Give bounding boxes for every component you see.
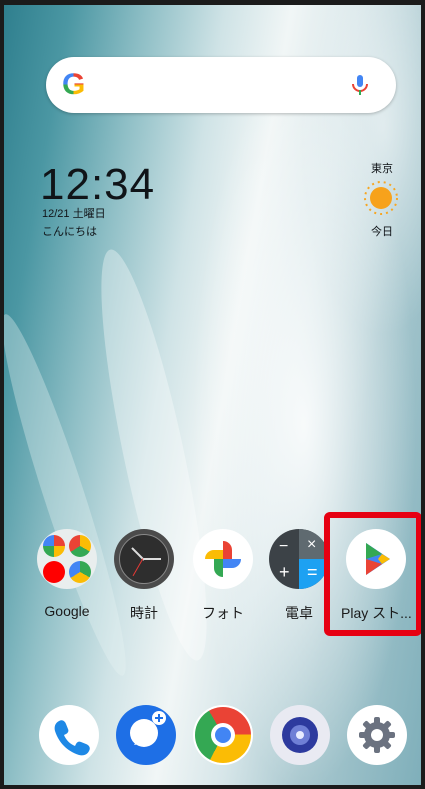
google-logo-icon: G — [62, 68, 86, 101]
dock-phone[interactable] — [39, 705, 99, 765]
highlight-box — [324, 512, 421, 636]
clock-icon — [114, 529, 174, 589]
dock-settings[interactable] — [347, 705, 407, 765]
app-label: フォト — [202, 605, 244, 621]
app-google-folder[interactable]: Google — [32, 529, 102, 619]
google-folder-icon — [37, 529, 97, 589]
phone-icon — [54, 720, 90, 756]
clock-time[interactable]: 12:34 — [40, 160, 155, 210]
app-label: Google — [44, 603, 90, 619]
google-photos-icon — [193, 529, 253, 589]
dock-plus-message[interactable] — [116, 705, 176, 765]
app-photos[interactable]: フォト — [188, 529, 258, 623]
dock-camera[interactable] — [270, 705, 330, 765]
calculator-icon: − × + = — [269, 529, 329, 589]
greeting-text: こんにちは — [42, 226, 97, 238]
sunny-icon[interactable] — [362, 179, 400, 217]
app-clock[interactable]: 時計 — [109, 529, 179, 623]
plus-message-icon — [130, 711, 166, 747]
weather-city: 東京 — [371, 163, 393, 175]
clock-date: 12/21 土曜日 — [42, 208, 106, 220]
settings-icon — [359, 717, 395, 753]
weather-day: 今日 — [371, 226, 393, 238]
google-search-bar[interactable]: G — [46, 57, 396, 113]
microphone-icon[interactable] — [348, 73, 372, 97]
home-screen: G 12:34 12/21 土曜日 こんにちは 東京 今日 Google 時計 … — [0, 0, 425, 789]
dock-chrome[interactable] — [193, 705, 253, 765]
app-label: 時計 — [130, 605, 158, 621]
